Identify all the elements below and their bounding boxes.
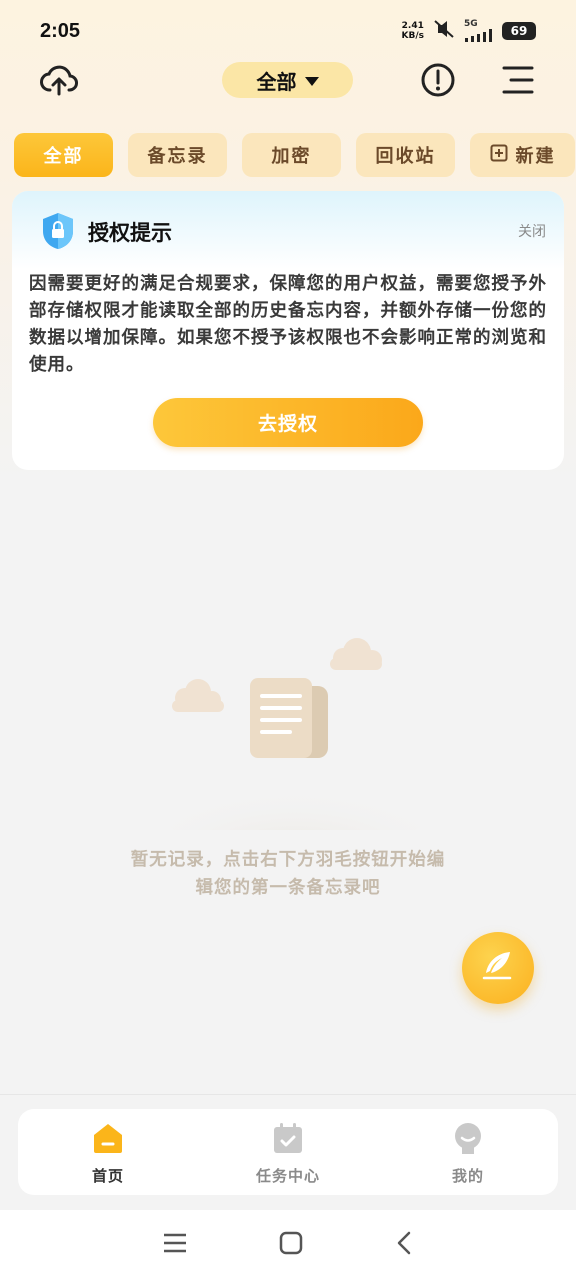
tab-new[interactable]: 新建 <box>470 133 575 177</box>
menu-icon[interactable] <box>498 60 538 100</box>
tab-memo[interactable]: 备忘录 <box>128 133 227 177</box>
empty-state-line-2: 辑您的第一条备忘录吧 <box>195 878 381 898</box>
shield-lock-icon <box>40 211 76 255</box>
home-button-icon[interactable] <box>278 1230 304 1260</box>
filter-label: 全部 <box>256 69 297 94</box>
signal-icon: 5G <box>464 18 494 43</box>
nav-home-label: 首页 <box>91 1167 124 1185</box>
category-tabs: 全部 备忘录 加密 回收站 新建 <box>14 133 575 177</box>
status-bar: 2:05 2.41 KB/s 5G 69 <box>0 0 576 62</box>
home-icon <box>91 1121 125 1159</box>
cloud-upload-icon[interactable] <box>38 60 80 100</box>
status-icons: 2.41 KB/s 5G 69 <box>402 19 536 43</box>
tab-recycle-bin[interactable]: 回收站 <box>356 133 455 177</box>
filter-dropdown[interactable]: 全部 <box>222 62 353 98</box>
bottom-nav: 首页 任务中心 我的 <box>18 1109 558 1195</box>
tab-all[interactable]: 全部 <box>14 133 113 177</box>
net-speed: 2.41 KB/s <box>402 21 424 41</box>
auth-card-header: 授权提示 关闭 <box>12 191 564 269</box>
empty-state-text: 暂无记录，点击右下方羽毛按钮开始编 辑您的第一条备忘录吧 <box>80 846 496 902</box>
empty-state-line-1: 暂无记录，点击右下方羽毛按钮开始编 <box>130 850 446 870</box>
net-speed-unit: KB/s <box>401 31 424 41</box>
feather-icon <box>480 949 516 987</box>
nav-task-center-label: 任务中心 <box>255 1167 320 1185</box>
auth-card-body: 因需要更好的满足合规要求，保障您的用户权益，需要您授予外部存储权限才能读取全部的… <box>29 274 547 375</box>
alert-icon[interactable] <box>418 60 458 100</box>
empty-illustration <box>150 630 440 860</box>
network-type: 5G <box>464 18 478 29</box>
caret-down-icon <box>304 68 319 92</box>
system-nav-bar <box>0 1210 576 1280</box>
auth-card-title: 授权提示 <box>88 221 172 245</box>
authorize-button[interactable]: 去授权 <box>153 398 423 447</box>
recent-apps-icon[interactable] <box>162 1232 188 1258</box>
close-button[interactable]: 关闭 <box>518 221 546 241</box>
profile-icon <box>451 1121 485 1159</box>
battery-icon: 69 <box>502 22 536 40</box>
status-time: 2:05 <box>40 19 81 42</box>
nav-home[interactable]: 首页 <box>18 1109 198 1195</box>
back-icon[interactable] <box>394 1230 414 1260</box>
add-note-icon <box>490 144 508 167</box>
nav-profile-label: 我的 <box>451 1167 484 1185</box>
new-note-fab[interactable] <box>462 932 534 1004</box>
nav-profile[interactable]: 我的 <box>378 1109 558 1195</box>
mute-icon <box>432 19 456 43</box>
tab-encrypted[interactable]: 加密 <box>242 133 341 177</box>
auth-prompt-card: 授权提示 关闭 因需要更好的满足合规要求，保障您的用户权益，需要您授予外部存储权… <box>12 191 564 470</box>
app-header: 全部 <box>0 58 576 104</box>
calendar-check-icon <box>271 1121 305 1159</box>
net-speed-value: 2.41 <box>401 21 424 31</box>
tab-new-label: 新建 <box>515 146 556 167</box>
nav-task-center[interactable]: 任务中心 <box>198 1109 378 1195</box>
